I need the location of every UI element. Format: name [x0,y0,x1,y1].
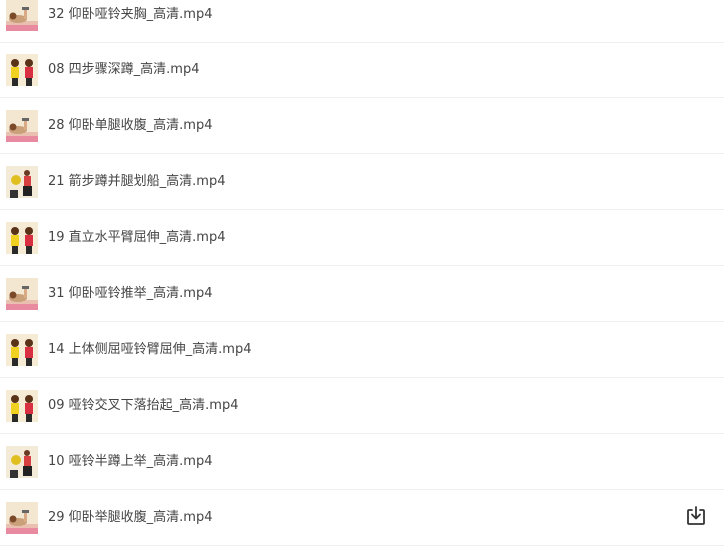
file-row[interactable]: 32 仰卧哑铃夹胸_高清.mp4 [0,0,724,43]
file-row[interactable]: 14 上体侧屈哑铃臂屈伸_高清.mp4 [0,322,724,378]
file-name[interactable]: 28 仰卧单腿收腹_高清.mp4 [48,118,213,134]
file-row[interactable]: 09 哑铃交叉下落抬起_高清.mp4 [0,378,724,434]
file-row[interactable]: 19 直立水平臂屈伸_高清.mp4 [0,210,724,266]
file-name[interactable]: 19 直立水平臂屈伸_高清.mp4 [48,230,226,246]
file-row[interactable]: 21 箭步蹲并腿划船_高清.mp4 [0,154,724,210]
file-name[interactable]: 32 仰卧哑铃夹胸_高清.mp4 [48,7,213,23]
video-thumbnail-icon[interactable] [6,222,38,254]
file-name[interactable]: 09 哑铃交叉下落抬起_高清.mp4 [48,398,239,414]
video-thumbnail-icon[interactable] [6,278,38,310]
video-thumbnail-icon[interactable] [6,390,38,422]
file-row[interactable]: 10 哑铃半蹲上举_高清.mp4 [0,434,724,490]
video-thumbnail-icon[interactable] [6,54,38,86]
file-name[interactable]: 21 箭步蹲并腿划船_高清.mp4 [48,174,226,190]
video-thumbnail-icon[interactable] [6,0,38,31]
file-row[interactable]: 31 仰卧哑铃推举_高清.mp4 [0,266,724,322]
video-thumbnail-icon[interactable] [6,166,38,198]
file-list: 32 仰卧哑铃夹胸_高清.mp4 08 四步骤深蹲_高清.mp4 28 仰卧单腿收腹… [0,0,724,546]
file-row[interactable]: 29 仰卧举腿收腹_高清.mp4 [0,490,724,546]
file-row[interactable]: 08 四步骤深蹲_高清.mp4 [0,42,724,98]
file-name[interactable]: 14 上体侧屈哑铃臂屈伸_高清.mp4 [48,342,252,358]
file-name[interactable]: 31 仰卧哑铃推举_高清.mp4 [48,286,213,302]
file-name[interactable]: 08 四步骤深蹲_高清.mp4 [48,62,200,78]
video-thumbnail-icon[interactable] [6,110,38,142]
video-thumbnail-icon[interactable] [6,502,38,534]
file-row[interactable]: 28 仰卧单腿收腹_高清.mp4 [0,98,724,154]
video-thumbnail-icon[interactable] [6,446,38,478]
video-thumbnail-icon[interactable] [6,334,38,366]
download-button[interactable] [685,505,707,527]
file-name[interactable]: 29 仰卧举腿收腹_高清.mp4 [48,510,213,526]
file-name[interactable]: 10 哑铃半蹲上举_高清.mp4 [48,454,213,470]
download-icon [687,506,705,525]
